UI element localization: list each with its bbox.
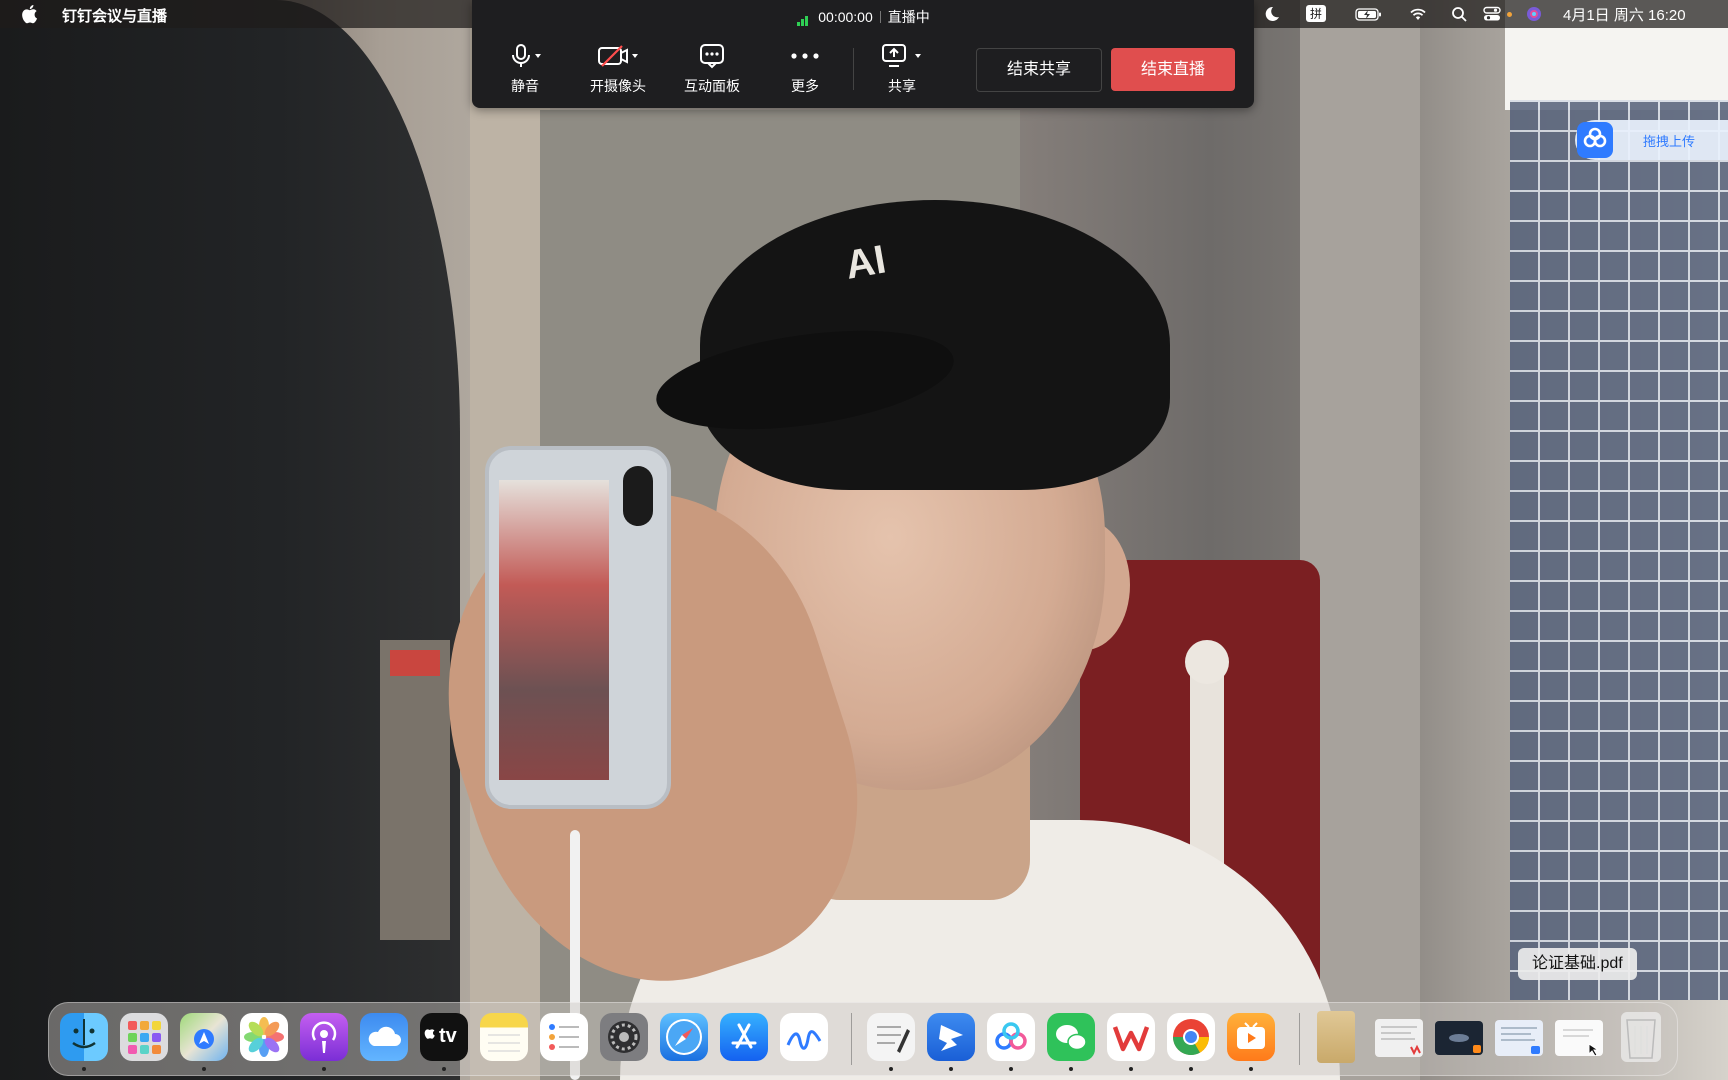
signal-strength-icon [796, 10, 810, 26]
reminders-icon[interactable] [540, 1013, 588, 1061]
icloud-icon[interactable] [360, 1013, 408, 1061]
trash-icon[interactable] [1621, 1012, 1661, 1062]
running-indicator [1249, 1067, 1253, 1071]
camera-off-icon [598, 45, 638, 67]
live-toolbar: 00:00:00 直播中 静音 开摄像头 互动面板 更多 共享 结束共享 结束直播 [472, 0, 1254, 108]
running-indicator [322, 1067, 326, 1071]
camera-label: 开摄像头 [590, 78, 646, 94]
menubar-clock[interactable]: 4月1日 周六 16:20 [1563, 4, 1686, 25]
more-dots-icon [791, 53, 819, 59]
light-switch [380, 640, 450, 940]
more-button[interactable]: 更多 [765, 42, 845, 96]
live-status: 00:00:00 直播中 [472, 7, 1254, 27]
mute-label: 静音 [511, 78, 539, 94]
camera-feed: AI [0, 0, 1728, 1080]
drag-upload-label: 拖拽上传 [1643, 134, 1696, 149]
apple-tv-icon[interactable]: tv [420, 1013, 468, 1061]
input-method-indicator[interactable]: 拼 [1306, 5, 1327, 22]
interaction-panel-label: 互动面板 [684, 78, 740, 94]
launchpad-icon[interactable] [120, 1013, 168, 1061]
baidu-netdisk-icon [1577, 122, 1613, 158]
finder-icon[interactable] [60, 1013, 108, 1061]
chair-knob [1185, 640, 1229, 684]
wifi-icon[interactable] [1408, 6, 1428, 22]
end-live-button[interactable]: 结束直播 [1111, 48, 1235, 91]
archive-folder-icon[interactable] [1317, 1011, 1355, 1063]
toolbar-divider [853, 48, 854, 90]
control-center-icon[interactable] [1483, 6, 1501, 22]
maps-icon[interactable] [180, 1013, 228, 1061]
notes-icon[interactable] [480, 1013, 528, 1061]
dock-separator [851, 1013, 852, 1065]
microphone-icon [512, 44, 541, 67]
live-status-label: 直播中 [887, 9, 930, 25]
running-indicator [442, 1067, 446, 1071]
camera-button[interactable]: 开摄像头 [578, 42, 658, 96]
share-label: 共享 [888, 78, 916, 94]
baidu-netdisk-app-icon[interactable] [987, 1013, 1035, 1061]
drag-upload-widget[interactable]: 拖拽上传 [1575, 120, 1728, 160]
file-tooltip: 论证基础.pdf [1518, 948, 1637, 980]
running-indicator [889, 1067, 893, 1071]
dock-separator [1299, 1013, 1300, 1065]
phone [485, 446, 671, 809]
chat-panel-icon [700, 44, 724, 69]
recording-dot [1507, 12, 1512, 17]
running-indicator [949, 1067, 953, 1071]
wps-icon[interactable] [1107, 1013, 1155, 1061]
interaction-panel-button[interactable]: 互动面板 [672, 42, 752, 96]
textedit-icon[interactable] [867, 1013, 915, 1061]
system-settings-icon[interactable] [600, 1013, 648, 1061]
active-app-name[interactable]: 钉钉会议与直播 [62, 5, 167, 26]
chrome-icon[interactable] [1167, 1013, 1215, 1061]
more-label: 更多 [791, 78, 819, 94]
document-thumbnail-3[interactable] [1495, 1020, 1543, 1056]
wechat-icon[interactable] [1047, 1013, 1095, 1061]
running-indicator [1009, 1067, 1013, 1071]
window-grid [1510, 100, 1728, 1000]
mute-button[interactable]: 静音 [485, 42, 565, 96]
video-app-icon[interactable] [1227, 1013, 1275, 1061]
app-store-icon[interactable] [720, 1013, 768, 1061]
live-timer: 00:00:00 [818, 9, 873, 25]
running-indicator [1189, 1067, 1193, 1071]
dock: tv [48, 1002, 1678, 1076]
freeform-icon[interactable] [780, 1013, 828, 1061]
document-thumbnail-2[interactable] [1435, 1021, 1483, 1055]
document-thumbnail-1[interactable] [1375, 1019, 1423, 1057]
dingtalk-icon[interactable] [927, 1013, 975, 1061]
pdf-document-thumbnail[interactable] [1555, 1020, 1603, 1056]
running-indicator [82, 1067, 86, 1071]
apple-icon[interactable] [20, 4, 38, 24]
apple-tv-label: tv [439, 1025, 457, 1047]
siri-icon[interactable] [1525, 6, 1543, 22]
screen-share-icon [882, 44, 921, 67]
running-indicator [202, 1067, 206, 1071]
safari-icon[interactable] [660, 1013, 708, 1061]
moon-icon[interactable] [1262, 6, 1280, 22]
running-indicator [1129, 1067, 1133, 1071]
running-indicator [1069, 1067, 1073, 1071]
share-button[interactable]: 共享 [862, 42, 942, 96]
podcasts-icon[interactable] [300, 1013, 348, 1061]
spotlight-search-icon[interactable] [1451, 6, 1469, 22]
battery-icon[interactable] [1355, 6, 1383, 22]
photos-icon[interactable] [240, 1013, 288, 1061]
end-share-button[interactable]: 结束共享 [976, 48, 1102, 92]
